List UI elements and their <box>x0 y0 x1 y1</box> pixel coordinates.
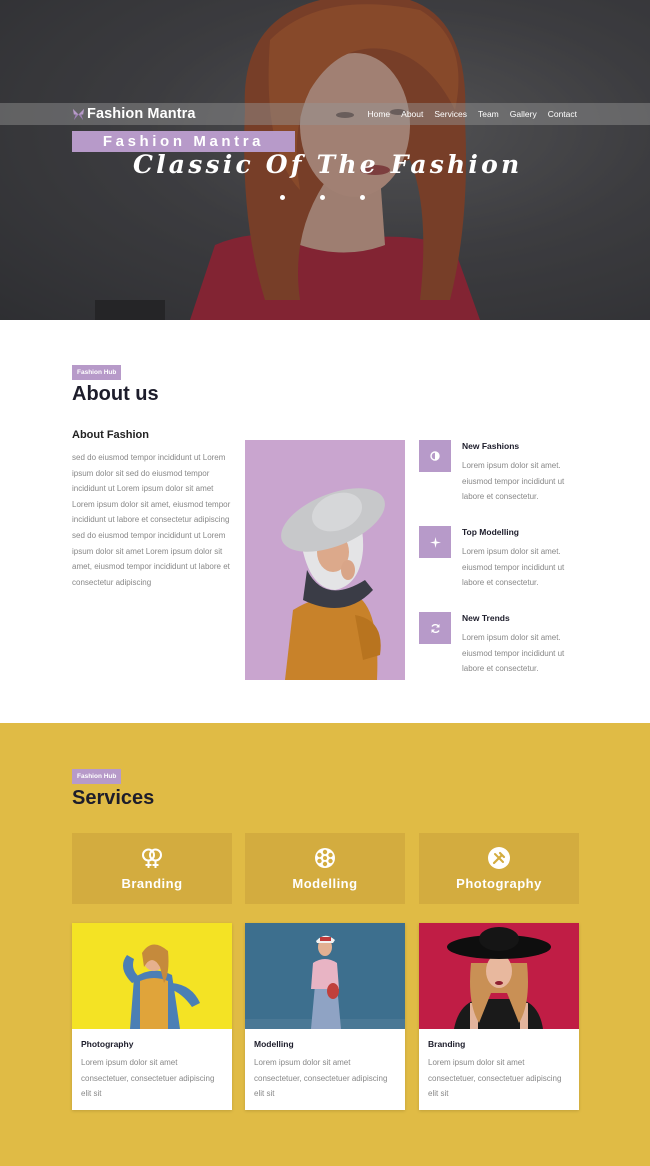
nav-link-home[interactable]: Home <box>367 109 390 119</box>
butterfly-icon <box>72 108 85 120</box>
hero-badge: Fashion Mantra <box>72 131 295 152</box>
card-image-branding <box>419 923 579 1029</box>
card-text-modelling: Lorem ipsum dolor sit amet consectetuer,… <box>254 1058 388 1099</box>
card-image-photography <box>72 923 232 1029</box>
feature-icon-box-1 <box>419 440 451 472</box>
feature-icon-box-2 <box>419 526 451 558</box>
service-box-branding[interactable]: Branding <box>72 833 232 904</box>
card-title-branding: Branding <box>428 1039 466 1049</box>
feature-title-3: New Trends <box>462 613 510 623</box>
services-tag: Fashion Hub <box>72 769 122 784</box>
card-image-modelling <box>245 923 405 1029</box>
feature-title-1: New Fashions <box>462 441 520 451</box>
nav-link-contact[interactable]: Contact <box>548 109 577 119</box>
about-text: sed do eiusmod tempor incididunt ut Lore… <box>72 453 231 587</box>
about-model-photo <box>245 440 405 680</box>
service-card-photography[interactable]: Photography Lorem ipsum dolor sit amet c… <box>72 923 232 1110</box>
service-label-branding: Branding <box>121 876 183 891</box>
nav-link-team[interactable]: Team <box>478 109 499 119</box>
nav-link-services[interactable]: Services <box>434 109 467 119</box>
tools-icon <box>488 847 510 869</box>
service-card-modelling[interactable]: Modelling Lorem ipsum dolor sit amet con… <box>245 923 405 1110</box>
slider-dots <box>280 195 400 200</box>
service-box-modelling[interactable]: Modelling <box>245 833 405 904</box>
logo-text: Fashion Mantra <box>87 106 196 122</box>
nav-link-gallery[interactable]: Gallery <box>510 109 537 119</box>
card-title-modelling: Modelling <box>254 1039 294 1049</box>
gender-rings-icon <box>142 848 162 868</box>
service-box-photography[interactable]: Photography <box>419 833 579 904</box>
hero-title: Classic Of The Fashion <box>133 150 523 179</box>
feature-text-3: Lorem ipsum dolor sit amet. eiusmod temp… <box>462 633 565 674</box>
nav-link-about[interactable]: About <box>401 109 423 119</box>
card-text-branding: Lorem ipsum dolor sit amet consectetuer,… <box>428 1058 562 1099</box>
film-reel-icon <box>315 848 335 868</box>
slider-dot-1[interactable] <box>280 195 285 200</box>
about-title: About us <box>72 383 159 405</box>
feature-title-2: Top Modelling <box>462 527 519 537</box>
main-nav: Home About Services Team Gallery Contact <box>356 103 577 125</box>
feature-icon-box-3 <box>419 612 451 644</box>
service-card-branding[interactable]: Branding Lorem ipsum dolor sit amet cons… <box>419 923 579 1110</box>
card-text-photography: Lorem ipsum dolor sit amet consectetuer,… <box>81 1058 215 1099</box>
half-circle-icon <box>430 451 440 461</box>
service-label-modelling: Modelling <box>292 876 358 891</box>
about-subtitle: About Fashion <box>72 429 149 441</box>
about-tag: Fashion Hub <box>72 365 122 380</box>
slider-dot-3[interactable] <box>360 195 365 200</box>
services-title: Services <box>72 787 155 809</box>
feature-text-2: Lorem ipsum dolor sit amet. eiusmod temp… <box>462 547 565 588</box>
card-title-photography: Photography <box>81 1039 134 1049</box>
feature-text-1: Lorem ipsum dolor sit amet. eiusmod temp… <box>462 461 565 502</box>
refresh-icon <box>430 623 440 633</box>
logo[interactable]: Fashion Mantra <box>72 104 196 124</box>
hero-banner: Fashion Mantra Home About Services Team … <box>0 0 650 320</box>
slider-dot-2[interactable] <box>320 195 325 200</box>
sparkle-icon <box>429 536 441 548</box>
service-label-photography: Photography <box>456 876 542 891</box>
